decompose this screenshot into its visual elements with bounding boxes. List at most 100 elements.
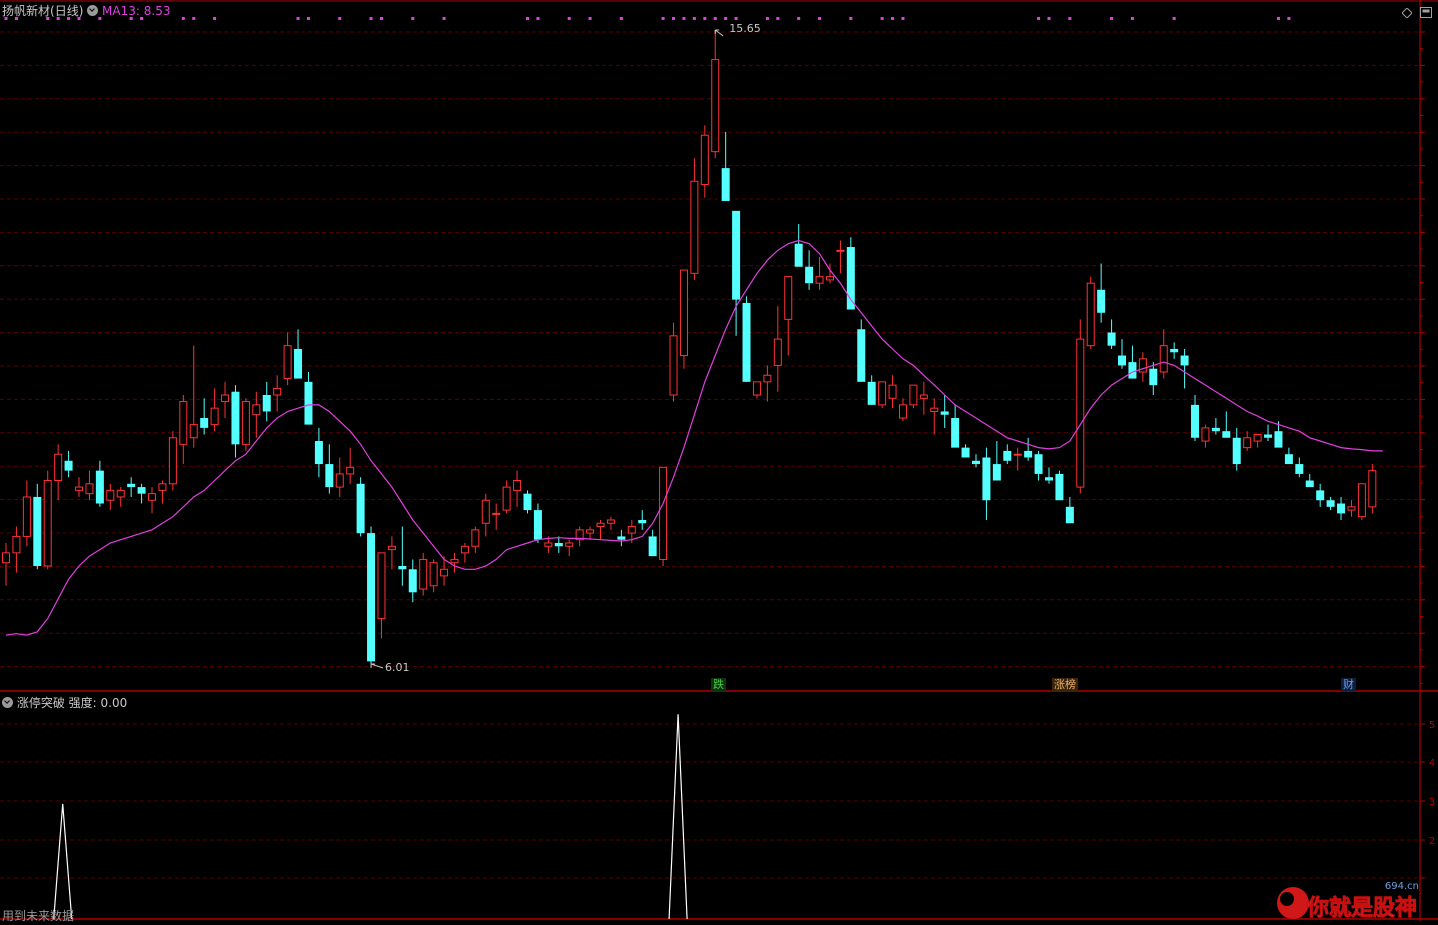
signal-dot: [379, 17, 383, 20]
candle: [189, 345, 198, 448]
candle-body: [961, 447, 970, 458]
candle: [408, 559, 417, 603]
candlestick-series: [2, 30, 1377, 664]
candle: [471, 526, 480, 553]
candle-body: [1211, 427, 1220, 432]
candle-body: [273, 387, 282, 396]
candle-body: [711, 59, 720, 153]
signal-dot: [713, 17, 717, 20]
chart-canvas[interactable]: 15.65 6.01 5 4 3 2 扬帆新材(日线) MA13: 8.53 涨停突破 …: [0, 0, 1438, 923]
candle-body: [732, 210, 741, 300]
signal-dot: [734, 17, 738, 20]
candle: [1357, 483, 1366, 520]
candle: [273, 375, 282, 412]
signal-dot: [891, 17, 895, 20]
candle: [815, 256, 824, 290]
candle-body: [1003, 450, 1012, 461]
candle-body: [2, 552, 10, 564]
watermark-site: 694.cn: [1385, 881, 1419, 892]
candle: [773, 306, 782, 392]
event-tag-drop[interactable]: 跌: [711, 678, 726, 691]
candle: [919, 381, 928, 415]
candle: [241, 398, 250, 451]
strength-label: 强度:: [68, 696, 97, 710]
candle-body: [1347, 506, 1356, 511]
candle: [398, 526, 407, 586]
window-icon[interactable]: [1420, 3, 1432, 18]
candle-body: [179, 401, 188, 445]
candle-body: [971, 460, 980, 465]
candle: [1107, 319, 1116, 349]
candle-body: [377, 552, 386, 620]
candle: [1295, 457, 1304, 478]
signal-dot: [1276, 17, 1280, 20]
watermark: 694.cn 你就是股神: [1271, 879, 1426, 921]
candle-body: [1253, 433, 1262, 442]
event-tag-limit-up-list[interactable]: 涨榜: [1052, 678, 1078, 691]
candle: [982, 447, 991, 520]
candle: [659, 466, 668, 567]
candle-body: [335, 473, 344, 488]
candle: [367, 526, 376, 664]
indicator-grid: [0, 723, 1438, 920]
chevron-down-icon[interactable]: [2, 697, 13, 708]
candle: [533, 503, 542, 543]
candle: [75, 477, 84, 497]
candle-body: [1243, 437, 1252, 449]
candle: [116, 487, 125, 507]
candle-body: [325, 464, 334, 488]
stock-chart[interactable]: 15.65 6.01 5 4 3 2: [0, 0, 1438, 921]
candle: [961, 444, 970, 458]
signal-dot: [567, 17, 571, 20]
candle-body: [721, 168, 730, 201]
candle: [127, 477, 136, 497]
extreme-labels: 15.65 6.01: [370, 22, 761, 674]
right-axis: [1419, 0, 1425, 921]
candle: [805, 250, 814, 290]
candle-body: [554, 542, 563, 547]
diamond-icon[interactable]: [1401, 3, 1413, 19]
candle-body: [54, 453, 63, 482]
candle-body: [1076, 338, 1085, 488]
candle-body: [85, 483, 94, 495]
candle: [1013, 447, 1022, 471]
candle-body: [367, 533, 376, 662]
candle-body: [690, 180, 699, 274]
candle: [732, 210, 741, 336]
candle-body: [1045, 477, 1053, 481]
candle: [648, 529, 657, 557]
candle: [784, 276, 793, 356]
strength-value: 0.00: [100, 696, 128, 710]
candle: [752, 381, 761, 399]
candle: [617, 529, 626, 547]
candle: [1191, 395, 1200, 442]
signal-dot: [306, 17, 310, 20]
candle-body: [878, 381, 887, 406]
event-tag-finance[interactable]: 财: [1341, 678, 1356, 691]
candle: [252, 391, 261, 438]
candle-body: [241, 401, 250, 445]
candle-body: [502, 486, 511, 511]
chevron-down-icon[interactable]: [87, 5, 99, 16]
candle-body: [419, 558, 428, 590]
candle-body: [523, 493, 532, 511]
candle-body: [1316, 490, 1325, 501]
candle: [1065, 496, 1074, 524]
candle: [2, 542, 10, 586]
candle: [387, 536, 396, 570]
chart-header: 扬帆新材(日线) MA13: 8.53: [2, 2, 170, 19]
candle-body: [867, 381, 876, 405]
candle-body: [1149, 368, 1158, 386]
candle: [857, 319, 866, 382]
candle-body: [304, 381, 313, 425]
candle: [940, 395, 949, 428]
candle: [992, 441, 1001, 481]
candle-body: [1065, 506, 1074, 524]
candle: [12, 526, 21, 573]
candle: [930, 398, 939, 435]
candle-body: [1024, 450, 1033, 458]
candle: [1045, 467, 1053, 484]
candle-body: [930, 407, 939, 412]
candle: [1201, 424, 1210, 448]
candle-body: [1159, 345, 1168, 373]
